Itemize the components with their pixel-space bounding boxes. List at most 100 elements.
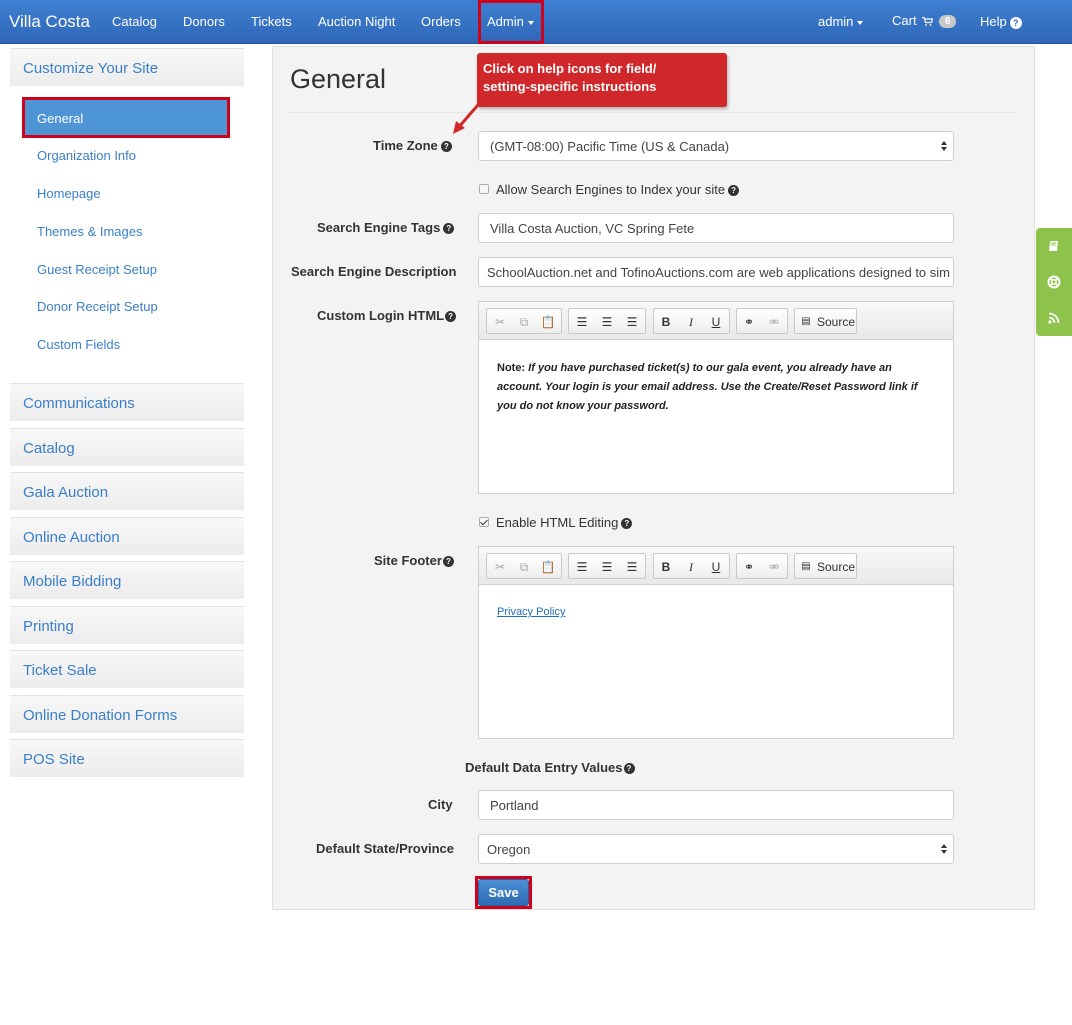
unlink-icon[interactable]: ⚮ bbox=[766, 559, 782, 575]
help-icon[interactable]: ? bbox=[440, 141, 452, 153]
editor-toolbar: ✂ ⧉ 📋 ☰ ☰ ☰ B I U ⚭ ⚮ ▤ Source bbox=[479, 302, 953, 340]
callout-line-1: Click on help icons for field/ bbox=[483, 61, 657, 76]
unlink-icon[interactable]: ⚮ bbox=[766, 314, 782, 330]
sidebar-section-ticket-sale[interactable]: Ticket Sale bbox=[10, 650, 244, 688]
align-center-icon[interactable]: ☰ bbox=[599, 559, 615, 575]
save-button[interactable]: Save bbox=[478, 879, 529, 906]
link-icon[interactable]: ⚭ bbox=[741, 559, 757, 575]
sidebar-section-customize[interactable]: Customize Your Site bbox=[10, 48, 244, 86]
sidebar-section-gala-auction[interactable]: Gala Auction bbox=[10, 472, 244, 510]
sidebar-item-homepage[interactable]: Homepage bbox=[37, 186, 101, 201]
custom-login-html-label: Custom Login HTML? bbox=[317, 308, 457, 323]
sidebar-item-guest-receipt-setup[interactable]: Guest Receipt Setup bbox=[37, 262, 157, 277]
sidebar-item-donor-receipt-setup[interactable]: Donor Receipt Setup bbox=[37, 299, 158, 314]
italic-icon[interactable]: I bbox=[683, 559, 699, 575]
help-icon[interactable]: ? bbox=[621, 518, 633, 530]
nav-catalog[interactable]: Catalog bbox=[112, 14, 157, 29]
nav-cart-label: Cart bbox=[892, 13, 917, 28]
defaults-heading: Default Data Entry Values? bbox=[465, 760, 635, 775]
custom-login-html-content[interactable]: Note: If you have purchased ticket(s) to… bbox=[497, 359, 927, 416]
title-divider bbox=[290, 112, 1017, 113]
nav-orders[interactable]: Orders bbox=[421, 14, 461, 29]
lifebuoy-icon[interactable] bbox=[1047, 275, 1061, 289]
cut-icon[interactable]: ✂ bbox=[492, 559, 508, 575]
sidebar-section-online-donation-forms[interactable]: Online Donation Forms bbox=[10, 695, 244, 733]
site-footer-editor[interactable]: ✂ ⧉ 📋 ☰ ☰ ☰ B I U ⚭ ⚮ ▤ Source Privacy P… bbox=[478, 546, 954, 739]
top-navbar: Villa Costa Catalog Donors Tickets Aucti… bbox=[0, 0, 1072, 44]
nav-auction-night[interactable]: Auction Night bbox=[318, 14, 395, 29]
paste-icon[interactable]: 📋 bbox=[540, 559, 556, 575]
align-right-icon[interactable]: ☰ bbox=[624, 314, 640, 330]
link-icon[interactable]: ⚭ bbox=[741, 314, 757, 330]
source-button[interactable]: ▤ Source bbox=[794, 308, 857, 334]
search-description-label: Search Engine Description bbox=[291, 264, 457, 279]
editor-toolbar: ✂ ⧉ 📋 ☰ ☰ ☰ B I U ⚭ ⚮ ▤ Source bbox=[479, 547, 953, 585]
source-icon: ▤ bbox=[801, 316, 811, 327]
city-label: City bbox=[428, 797, 453, 812]
nav-tickets[interactable]: Tickets bbox=[251, 14, 292, 29]
nav-user-dropdown[interactable]: admin bbox=[818, 14, 864, 29]
chevron-down-icon bbox=[857, 20, 864, 25]
toolbar-group-align: ☰ ☰ ☰ bbox=[568, 553, 646, 579]
copy-icon[interactable]: ⧉ bbox=[516, 559, 532, 575]
state-select[interactable]: Oregon bbox=[478, 834, 954, 864]
help-icon[interactable]: ? bbox=[443, 223, 455, 235]
copy-icon[interactable]: ⧉ bbox=[516, 314, 532, 330]
allow-index-checkbox[interactable] bbox=[479, 184, 489, 194]
nav-donors[interactable]: Donors bbox=[183, 14, 225, 29]
cut-icon[interactable]: ✂ bbox=[492, 314, 508, 330]
source-label: Source bbox=[817, 560, 856, 574]
bold-icon[interactable]: B bbox=[658, 559, 674, 575]
sidebar-section-catalog[interactable]: Catalog bbox=[10, 428, 244, 466]
select-arrows-icon bbox=[941, 844, 947, 854]
align-right-icon[interactable]: ☰ bbox=[624, 559, 640, 575]
time-zone-value: (GMT-08:00) Pacific Time (US & Canada) bbox=[490, 139, 730, 154]
sidebar-item-general[interactable]: General bbox=[22, 97, 230, 138]
search-description-input[interactable]: SchoolAuction.net and TofinoAuctions.com… bbox=[478, 257, 954, 287]
underline-icon[interactable]: U bbox=[708, 559, 724, 575]
time-zone-select[interactable]: (GMT-08:00) Pacific Time (US & Canada) bbox=[478, 131, 954, 161]
sidebar-section-online-auction[interactable]: Online Auction bbox=[10, 517, 244, 555]
help-icon[interactable]: ? bbox=[445, 311, 457, 323]
toolbar-group-format: B I U bbox=[653, 553, 730, 579]
sidebar-item-themes-images[interactable]: Themes & Images bbox=[37, 224, 143, 239]
sidebar-section-communications[interactable]: Communications bbox=[10, 383, 244, 421]
custom-login-html-editor[interactable]: ✂ ⧉ 📋 ☰ ☰ ☰ B I U ⚭ ⚮ ▤ Source Note: If … bbox=[478, 301, 954, 494]
sidebar-section-printing[interactable]: Printing bbox=[10, 606, 244, 644]
sidebar-item-label: General bbox=[37, 111, 84, 126]
book-icon[interactable] bbox=[1047, 239, 1061, 253]
state-value: Oregon bbox=[487, 842, 531, 857]
help-circle-icon: ? bbox=[1009, 16, 1022, 29]
source-label: Source bbox=[817, 315, 856, 329]
page-title: General bbox=[290, 64, 387, 94]
italic-icon[interactable]: I bbox=[683, 314, 699, 330]
source-icon: ▤ bbox=[801, 561, 811, 572]
site-footer-label: Site Footer? bbox=[374, 553, 454, 568]
underline-icon[interactable]: U bbox=[708, 314, 724, 330]
brand-logo[interactable]: Villa Costa bbox=[9, 12, 90, 32]
nav-help[interactable]: Help? bbox=[980, 14, 1022, 29]
bold-icon[interactable]: B bbox=[658, 314, 674, 330]
help-icon[interactable]: ? bbox=[442, 556, 454, 568]
align-center-icon[interactable]: ☰ bbox=[599, 314, 615, 330]
sidebar-section-pos-site[interactable]: POS Site bbox=[10, 739, 244, 777]
note-text: If you have purchased ticket(s) to our g… bbox=[497, 362, 918, 412]
custom-login-html-label-text: Custom Login HTML bbox=[317, 308, 445, 323]
nav-cart[interactable]: Cart 6 bbox=[892, 13, 957, 29]
source-button[interactable]: ▤ Source bbox=[794, 553, 857, 579]
rss-icon[interactable] bbox=[1047, 311, 1061, 325]
enable-html-label-text: Enable HTML Editing bbox=[496, 515, 619, 530]
state-label: Default State/Province bbox=[316, 841, 454, 856]
align-left-icon[interactable]: ☰ bbox=[574, 559, 590, 575]
align-left-icon[interactable]: ☰ bbox=[574, 314, 590, 330]
paste-icon[interactable]: 📋 bbox=[540, 314, 556, 330]
privacy-policy-link[interactable]: Privacy Policy bbox=[497, 603, 927, 622]
help-icon[interactable]: ? bbox=[728, 185, 740, 197]
help-icon[interactable]: ? bbox=[623, 763, 635, 775]
search-tags-input[interactable]: Villa Costa Auction, VC Spring Fete bbox=[478, 213, 954, 243]
city-input[interactable]: Portland bbox=[478, 790, 954, 820]
sidebar-item-organization-info[interactable]: Organization Info bbox=[37, 148, 136, 163]
sidebar-section-mobile-bidding[interactable]: Mobile Bidding bbox=[10, 561, 244, 599]
sidebar-item-custom-fields[interactable]: Custom Fields bbox=[37, 337, 120, 352]
enable-html-checkbox[interactable] bbox=[479, 517, 489, 527]
